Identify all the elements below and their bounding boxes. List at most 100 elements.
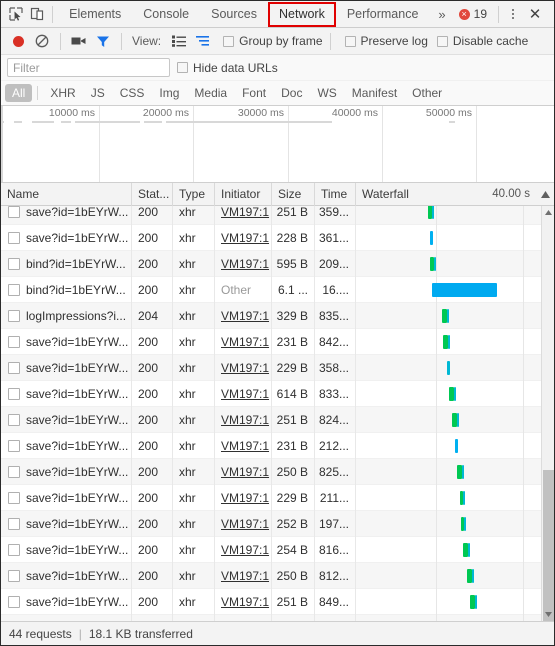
- type-filter-all[interactable]: All: [5, 84, 33, 102]
- waterfall-view-icon[interactable]: [192, 31, 214, 52]
- requests-scrollbar[interactable]: [541, 206, 554, 621]
- initiator-link[interactable]: VM197:1: [221, 231, 269, 245]
- row-checkbox[interactable]: [8, 413, 20, 426]
- network-overview-timeline[interactable]: 10000 ms 20000 ms 30000 ms 40000 ms 50000 ms: [1, 106, 554, 183]
- initiator-link[interactable]: VM197:1: [221, 569, 269, 583]
- table-row[interactable]: save?id=1bEYrW... 200 xhr VM197:1 229 B 358..…: [1, 354, 541, 381]
- tab-sources[interactable]: Sources: [200, 1, 268, 27]
- filter-input[interactable]: [7, 58, 170, 77]
- column-header-waterfall[interactable]: Waterfall 40.00 s: [356, 183, 536, 206]
- type-filter-doc[interactable]: Doc: [274, 84, 309, 102]
- row-checkbox[interactable]: [8, 595, 20, 608]
- column-header-initiator[interactable]: Initiator: [215, 182, 272, 206]
- initiator-link[interactable]: VM197:1: [221, 465, 269, 479]
- table-row[interactable]: save?id=1bEYrW... 200 xhr VM197:1 252 B 197..…: [1, 510, 541, 537]
- initiator-link[interactable]: VM197:1: [221, 621, 269, 622]
- table-row[interactable]: save?id=1bEYrW... 200 xhr VM197:1 254 B 816..…: [1, 536, 541, 563]
- type-filter-media[interactable]: Media: [187, 84, 234, 102]
- column-header-status[interactable]: Stat...: [132, 182, 173, 206]
- more-tabs-icon[interactable]: »: [429, 7, 454, 22]
- waterfall-bar[interactable]: [432, 282, 497, 297]
- preserve-log-checkbox[interactable]: Preserve log: [344, 34, 428, 48]
- group-by-frame-checkbox[interactable]: Group by frame: [223, 34, 323, 48]
- row-checkbox[interactable]: [8, 387, 20, 400]
- more-options-icon[interactable]: [504, 4, 522, 24]
- table-row[interactable]: save?id=1bEYrW... 200 xhr VM197:1 228 B 361..…: [1, 224, 541, 251]
- inspect-cursor-icon[interactable]: [5, 3, 26, 26]
- column-header-time[interactable]: Time: [315, 182, 356, 206]
- initiator-link[interactable]: VM197:1: [221, 413, 269, 427]
- clear-icon[interactable]: [31, 31, 53, 52]
- initiator-link[interactable]: VM197:1: [221, 439, 269, 453]
- initiator-link[interactable]: VM197:1: [221, 595, 269, 609]
- row-checkbox[interactable]: [8, 569, 20, 582]
- type-filter-js[interactable]: JS: [84, 84, 112, 102]
- type-filter-manifest[interactable]: Manifest: [345, 84, 404, 102]
- table-row[interactable]: save?id=1bEYrW... 200 xhr VM197:1 251 B 359..…: [1, 206, 541, 225]
- initiator-link[interactable]: VM197:1: [221, 257, 269, 271]
- record-button[interactable]: [7, 31, 29, 52]
- table-row[interactable]: save?id=1bEYrW... 200 xhr VM197:1 231 B 212..…: [1, 432, 541, 459]
- table-row[interactable]: bind?id=1bEYrW... 200 xhr VM197:1 595 B 209..…: [1, 250, 541, 277]
- table-row[interactable]: bind?id=1bEYrW... 200 xhr Other 6.1 ... 16...…: [1, 276, 541, 303]
- camera-icon[interactable]: [68, 31, 90, 52]
- initiator-link[interactable]: VM197:1: [221, 491, 269, 505]
- type-filter-other[interactable]: Other: [405, 84, 449, 102]
- initiator-link[interactable]: VM197:1: [221, 335, 269, 349]
- initiator-link[interactable]: VM197:1: [221, 309, 269, 323]
- initiator-link[interactable]: VM197:1: [221, 543, 269, 557]
- tab-console[interactable]: Console: [132, 1, 200, 27]
- sort-ascending-icon[interactable]: [536, 183, 554, 206]
- row-checkbox[interactable]: [8, 439, 20, 452]
- table-row[interactable]: save?id=1bEYrW... 200 xhr VM197:1 614 B 833..…: [1, 380, 541, 407]
- row-checkbox[interactable]: [8, 491, 20, 504]
- scroll-up-icon[interactable]: [542, 206, 554, 219]
- table-row[interactable]: save?id=1bEYrW... 200 xhr VM197:1 251 B 824..…: [1, 406, 541, 433]
- row-checkbox[interactable]: [8, 309, 20, 322]
- waterfall-bar[interactable]: [455, 438, 458, 453]
- close-icon[interactable]: ✕: [522, 3, 548, 25]
- row-checkbox[interactable]: [8, 231, 20, 244]
- initiator-link[interactable]: VM197:1: [221, 206, 269, 219]
- type-filter-img[interactable]: Img: [152, 84, 186, 102]
- type-filter-css[interactable]: CSS: [113, 84, 152, 102]
- tab-elements[interactable]: Elements: [58, 1, 132, 27]
- scroll-down-icon[interactable]: [542, 608, 554, 621]
- row-checkbox[interactable]: [8, 283, 20, 296]
- table-row[interactable]: save?id=1bEYrW... 200 xhr VM197:1 251 B 849..…: [1, 588, 541, 615]
- scrollbar-thumb[interactable]: [543, 470, 554, 621]
- table-row[interactable]: save?id=1bEYrW... 200xhr VM197:1228 B208..…: [1, 614, 541, 622]
- row-checkbox[interactable]: [8, 543, 20, 556]
- row-checkbox[interactable]: [8, 465, 20, 478]
- row-checkbox[interactable]: [8, 206, 20, 218]
- table-row[interactable]: save?id=1bEYrW... 200 xhr VM197:1 231 B 842..…: [1, 328, 541, 355]
- initiator-link[interactable]: VM197:1: [221, 517, 269, 531]
- waterfall-bar[interactable]: [447, 360, 450, 375]
- type-filter-xhr[interactable]: XHR: [43, 84, 82, 102]
- row-checkbox[interactable]: [8, 361, 20, 374]
- initiator-link[interactable]: VM197:1: [221, 361, 269, 375]
- column-header-name[interactable]: Name: [1, 182, 132, 206]
- list-view-icon[interactable]: [168, 31, 190, 52]
- type-filter-ws[interactable]: WS: [310, 84, 343, 102]
- tab-network[interactable]: Network: [268, 1, 336, 27]
- table-row[interactable]: save?id=1bEYrW... 200 xhr VM197:1 250 B 812..…: [1, 562, 541, 589]
- table-row[interactable]: save?id=1bEYrW... 200 xhr VM197:1 229 B 211..…: [1, 484, 541, 511]
- column-header-type[interactable]: Type: [173, 182, 215, 206]
- row-checkbox[interactable]: [8, 257, 20, 270]
- device-toolbar-icon[interactable]: [26, 3, 47, 26]
- table-row[interactable]: save?id=1bEYrW... 200 xhr VM197:1 250 B 825..…: [1, 458, 541, 485]
- waterfall-bar[interactable]: [430, 230, 433, 245]
- tab-performance[interactable]: Performance: [336, 1, 430, 27]
- row-checkbox[interactable]: [8, 517, 20, 530]
- initiator-link[interactable]: VM197:1: [221, 387, 269, 401]
- table-row[interactable]: logImpressions?i... 204 xhr VM197:1 329 B 835…: [1, 302, 541, 329]
- column-header-size[interactable]: Size: [272, 182, 315, 206]
- disable-cache-checkbox[interactable]: Disable cache: [436, 34, 528, 48]
- row-checkbox[interactable]: [8, 335, 20, 348]
- type-filter-font[interactable]: Font: [235, 84, 273, 102]
- error-count-badge[interactable]: × 19: [455, 7, 493, 21]
- filter-icon[interactable]: [92, 31, 114, 52]
- waterfall-bar[interactable]: [474, 620, 477, 621]
- hide-data-urls-checkbox[interactable]: Hide data URLs: [177, 61, 278, 75]
